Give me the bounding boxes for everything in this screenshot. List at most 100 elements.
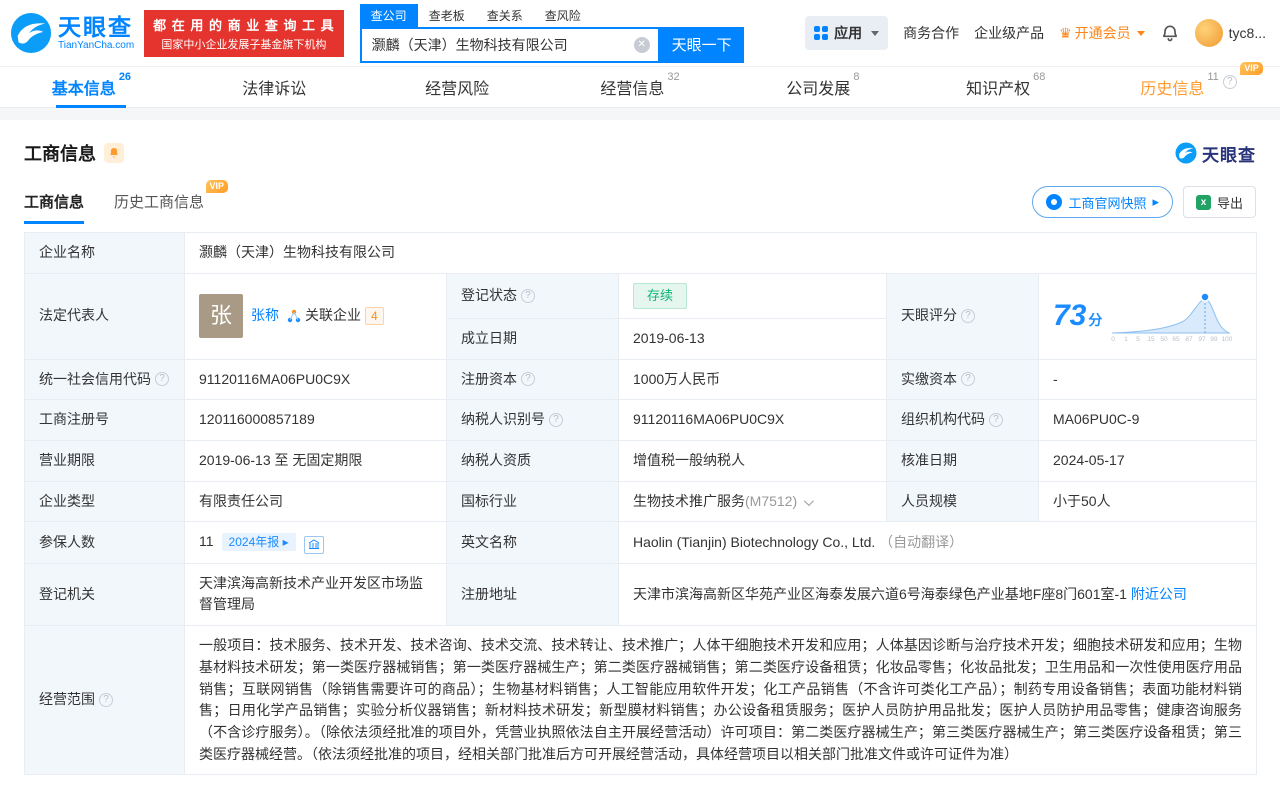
search-input-wrap: ✕ [359,26,660,63]
apps-menu-button[interactable]: 应用 [805,16,889,50]
svg-text:1: 1 [1125,336,1129,343]
clear-search-icon[interactable]: ✕ [633,36,650,53]
svg-text:50: 50 [1161,336,1169,343]
brand-slogan-badge: 都 在 用 的 商 业 查 询 工 具 国家中小企业发展子基金旗下机构 [144,9,344,57]
help-icon[interactable]: ? [549,413,563,428]
help-icon[interactable]: ? [521,288,535,303]
notification-bell-icon[interactable] [1160,23,1180,43]
tab-count: 8 [853,71,860,83]
english-name-label: 英文名称 [446,521,619,564]
tab-label: 法律诉讼 [242,81,307,98]
user-account[interactable]: tyc8... [1194,19,1266,47]
auto-translate-note: （自动翻译） [879,533,964,550]
official-snapshot-button[interactable]: 工商官网快照 ▸ [1032,186,1173,218]
related-label: 关联企业 [305,307,361,324]
help-icon[interactable]: ? [961,309,975,324]
score-curve-chart: 0 1 5 15 50 65 87 97 99 100 [1112,292,1232,343]
approval-date-value: 2024-05-17 [1038,439,1257,482]
search-tab-boss[interactable]: 查老板 [418,4,476,27]
membership-label: 开通会员 [1074,25,1131,41]
search-tab-company[interactable]: 查公司 [359,3,418,27]
legal-rep-value: 张 张称 关联企业 4 [184,272,447,360]
industry-label: 国标行业 [446,480,619,523]
taxpayer-quality-value: 增值税一般纳税人 [618,439,887,482]
table-row: 工商注册号 120116000857189 纳税人识别号? 91120116MA… [24,399,1257,441]
score-value: 73 分 0 1 5 15 50 65 87 97 99 100 [1038,272,1257,360]
export-button[interactable]: x 导出 [1182,186,1256,218]
tab-history-info[interactable]: VIP 历史信息 11 ? [1097,62,1280,107]
tab-operation-risk[interactable]: 经营风险 [366,67,549,107]
legal-rep-avatar[interactable]: 张 [199,294,243,339]
credit-code-label: 统一社会信用代码? [24,358,185,401]
search-tab-risk[interactable]: 查风险 [534,4,592,27]
help-icon[interactable]: ? [989,413,1003,428]
help-icon[interactable]: ? [961,372,975,387]
tab-basic-info[interactable]: 基本信息 26 [0,67,183,107]
annual-report-badge[interactable]: 2024年报 ▸ [221,533,296,552]
reg-capital-value: 1000万人民币 [618,358,887,401]
help-icon[interactable]: ? [99,693,113,708]
search-tab-relation[interactable]: 查关系 [476,4,534,27]
svg-text:87: 87 [1186,336,1194,343]
nav-enterprise-products[interactable]: 企业级产品 [974,23,1044,43]
watermark-logo-text: 天眼查 [1202,145,1256,165]
subtab-label: 历史工商信息 [114,194,205,211]
industry-code: (M7512) [745,492,798,509]
subscribe-bell-icon[interactable] [104,143,124,163]
paid-capital-value: - [1038,358,1257,401]
section-title: 工商信息 [24,144,96,164]
related-companies[interactable]: 关联企业 4 [287,305,384,327]
excel-icon: x [1195,194,1211,210]
company-page-tabs: 基本信息 26 法律诉讼 经营风险 经营信息 32 公司发展 8 知识产权 68 VIP… [0,62,1280,108]
social-security-icon[interactable] [303,535,324,554]
chevron-down-icon [871,30,880,36]
subtab-business-info[interactable]: 工商信息 [24,191,85,224]
svg-text:97: 97 [1199,336,1207,343]
search-tabs: 查公司 查老板 查关系 查风险 [359,3,744,27]
company-type-label: 企业类型 [24,480,185,523]
staff-size-value: 小于50人 [1038,480,1257,523]
nav-business-cooperation[interactable]: 商务合作 [903,23,959,43]
tab-company-development[interactable]: 公司发展 8 [731,67,914,107]
table-row: 登记机关 天津滨海高新技术产业开发区市场监督管理局 注册地址 天津市滨海高新区华… [24,562,1257,627]
approval-date-label: 核准日期 [886,439,1039,482]
help-icon[interactable]: ? [521,372,535,387]
tab-count: 68 [1033,71,1046,83]
search-area: 查公司 查老板 查关系 查风险 ✕ 天眼一下 [359,3,744,63]
tab-legal-litigation[interactable]: 法律诉讼 [183,67,366,107]
reg-authority-value: 天津滨海高新技术产业开发区市场监督管理局 [184,562,447,627]
related-count-badge: 4 [365,307,384,326]
nearby-companies-link[interactable]: 附近公司 [1131,586,1187,602]
business-term-value: 2019-06-13 至 无固定期限 [184,439,447,482]
business-term-label: 营业期限 [24,439,185,482]
score-unit: 分 [1088,312,1103,329]
legal-rep-name-link[interactable]: 张称 [251,305,279,327]
establish-date-label: 成立日期 [446,317,619,360]
tab-count: 32 [667,71,680,83]
user-avatar [1194,19,1223,47]
help-icon[interactable]: ? [1222,75,1237,89]
svg-text:100: 100 [1222,336,1232,343]
tab-business-info[interactable]: 经营信息 32 [549,67,732,107]
svg-text:0: 0 [1112,336,1116,343]
search-button[interactable]: 天眼一下 [659,26,744,63]
credit-code-value: 91120116MA06PU0C9X [184,358,447,401]
address-label: 注册地址 [446,562,619,627]
establish-date-value: 2019-06-13 [618,317,887,360]
taxpayer-id-value: 91120116MA06PU0C9X [618,399,887,441]
subtab-history-business-info[interactable]: VIP 历史工商信息 [114,180,229,224]
tianyancha-logo[interactable]: 天眼查 TianYanCha.com [10,12,134,54]
company-name-label: 企业名称 [24,232,185,274]
company-search-input[interactable] [361,36,658,53]
arrow-right-icon: ▸ [1152,194,1159,209]
section-actions: 工商官网快照 ▸ x 导出 [1032,186,1256,224]
staff-size-label: 人员规模 [886,480,1039,523]
section-header: 工商信息 天眼查 [24,140,1256,166]
search-row: ✕ 天眼一下 [359,26,744,63]
tab-intellectual-property[interactable]: 知识产权 68 [914,67,1097,107]
taxpayer-id-label: 纳税人识别号? [446,399,619,441]
help-icon[interactable]: ? [155,372,169,387]
paid-capital-label: 实缴资本? [886,358,1039,401]
expand-chevron-icon[interactable] [804,495,815,506]
nav-open-membership[interactable]: ♛ 开通会员 [1059,23,1145,43]
